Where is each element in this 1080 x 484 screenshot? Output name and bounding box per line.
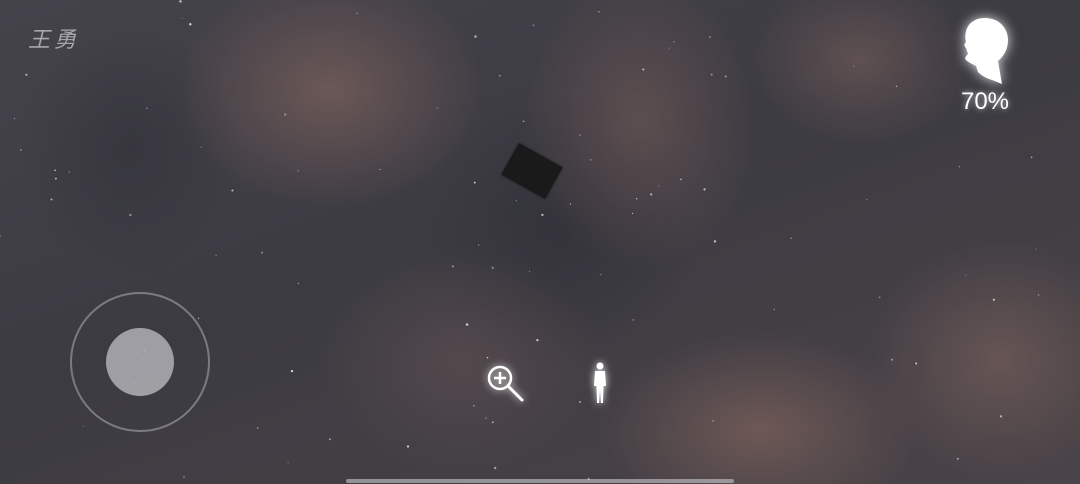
star: [915, 362, 918, 365]
star: [1030, 156, 1033, 159]
star: [197, 317, 200, 319]
star: [1037, 294, 1040, 296]
star: [668, 47, 670, 49]
star: [958, 166, 961, 168]
energy-percentage: 70%: [960, 88, 1010, 115]
movement-joystick[interactable]: [70, 292, 210, 432]
star: [0, 234, 1, 237]
star: [598, 10, 600, 13]
star: [710, 73, 713, 76]
star: [284, 113, 287, 116]
star: [25, 73, 28, 76]
star: [579, 134, 581, 136]
zoom-in-button[interactable]: [484, 362, 528, 406]
head-silhouette-icon: [964, 18, 1008, 84]
star: [478, 244, 480, 246]
game-scene[interactable]: 王勇 70%: [0, 0, 1080, 484]
star: [68, 171, 70, 173]
star: [356, 12, 358, 14]
star: [189, 22, 192, 26]
star: [673, 40, 675, 43]
star: [146, 107, 148, 110]
star: [82, 425, 84, 427]
star: [498, 74, 501, 77]
star: [287, 462, 289, 464]
star: [642, 68, 645, 71]
star: [600, 273, 602, 276]
star: [19, 148, 22, 151]
star: [181, 17, 183, 19]
star: [569, 203, 572, 205]
star: [129, 213, 132, 217]
star: [632, 319, 635, 321]
star: [200, 146, 202, 148]
standing-person-icon: [594, 362, 606, 403]
star: [474, 35, 477, 38]
star: [379, 168, 381, 170]
home-indicator[interactable]: [346, 479, 734, 483]
star: [1035, 248, 1037, 250]
star: [680, 178, 682, 181]
star: [895, 85, 898, 88]
star: [256, 427, 259, 429]
star: [486, 356, 489, 359]
star: [522, 120, 525, 123]
star: [290, 369, 294, 373]
star: [956, 457, 959, 460]
star: [724, 75, 727, 78]
joystick-knob[interactable]: [106, 328, 174, 396]
star: [713, 240, 717, 243]
star: [712, 420, 714, 422]
star: [515, 200, 517, 202]
star: [709, 36, 711, 38]
star: [55, 177, 57, 180]
star: [473, 404, 475, 407]
star: [491, 421, 494, 424]
star: [878, 296, 881, 299]
star: [965, 274, 967, 276]
star: [790, 237, 792, 239]
energy-meter: 70%: [950, 16, 1020, 116]
zoom-in-icon: [487, 365, 524, 402]
star: [536, 338, 539, 342]
star: [473, 181, 476, 184]
star: [451, 265, 454, 268]
star: [50, 198, 53, 201]
star: [590, 159, 592, 161]
star: [179, 0, 182, 3]
star: [866, 198, 868, 201]
star: [261, 251, 264, 254]
star: [183, 476, 185, 478]
star: [13, 118, 16, 120]
star: [578, 400, 582, 404]
star: [532, 24, 535, 26]
star: [541, 213, 544, 217]
star: [658, 185, 660, 187]
star: [853, 65, 855, 67]
star: [436, 107, 439, 109]
star: [491, 266, 494, 270]
star: [297, 169, 299, 172]
star: [703, 188, 706, 191]
stand-button[interactable]: [589, 362, 611, 404]
star: [632, 212, 634, 215]
star: [992, 298, 996, 301]
star: [406, 445, 410, 448]
player-signature: 王勇: [28, 28, 81, 53]
star: [891, 358, 894, 361]
star: [328, 438, 331, 441]
star: [465, 323, 469, 326]
star: [650, 193, 653, 196]
star: [493, 466, 497, 470]
star: [635, 198, 638, 200]
star: [529, 270, 531, 272]
star: [297, 282, 300, 284]
star: [485, 417, 487, 419]
star: [999, 415, 1003, 418]
star: [54, 169, 56, 172]
star: [231, 189, 234, 192]
star: [773, 308, 776, 311]
star: [215, 254, 217, 257]
